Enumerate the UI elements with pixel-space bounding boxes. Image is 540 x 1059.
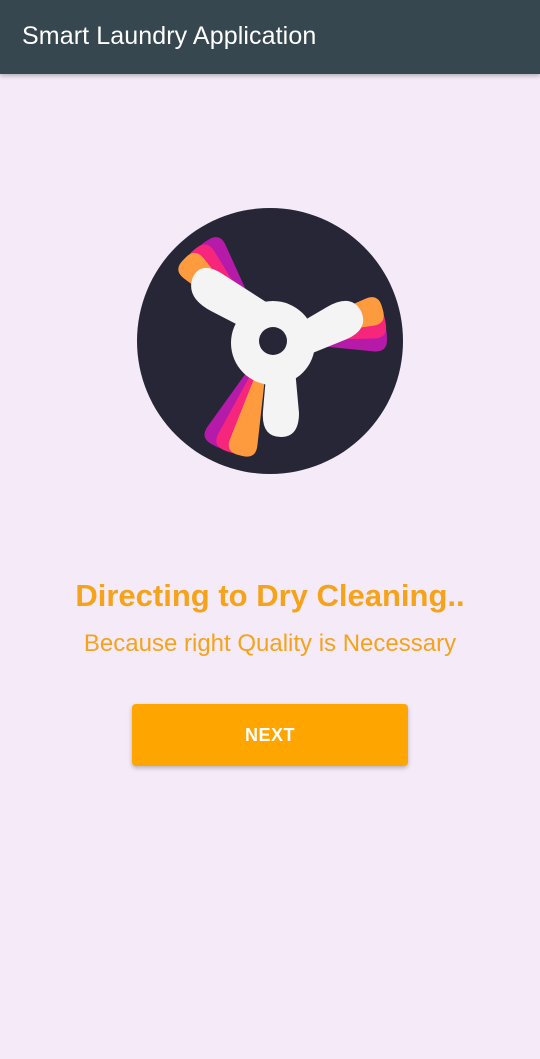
app-logo [137, 208, 403, 474]
app-bar: Smart Laundry Application [0, 0, 540, 74]
subline: Because right Quality is Necessary [83, 630, 457, 657]
headline: Directing to Dry Cleaning.. [75, 578, 465, 613]
app-title: Smart Laundry Application [22, 22, 317, 50]
laundry-spinner-logo-icon [137, 208, 403, 474]
next-button[interactable]: NEXT [132, 704, 408, 766]
